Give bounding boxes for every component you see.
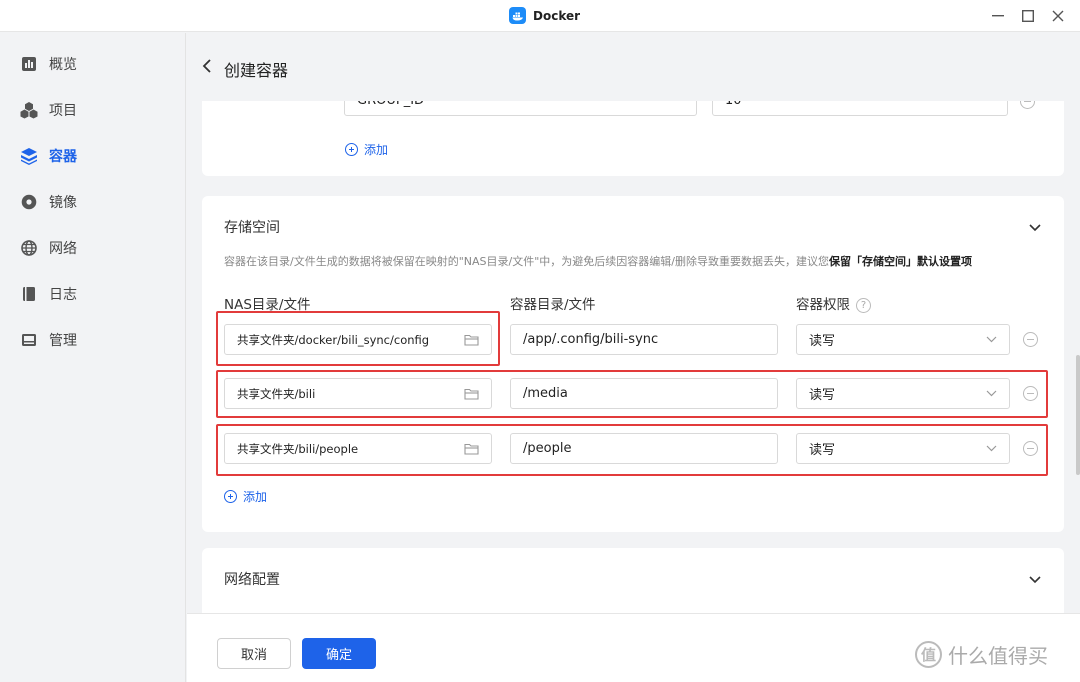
watermark-logo-icon: 值: [915, 641, 942, 668]
folder-icon[interactable]: [464, 443, 479, 455]
permission-select[interactable]: 读写: [796, 433, 1010, 464]
nas-path-value: 共享文件夹/bili/people: [237, 441, 359, 456]
folder-icon[interactable]: [464, 388, 479, 400]
window-title: Docker: [533, 8, 581, 23]
container-path-value: /app/.config/bili-sync: [523, 332, 659, 347]
container-path-input[interactable]: /media: [510, 378, 778, 409]
folder-icon[interactable]: [464, 334, 479, 346]
watermark: 值 什么值得买: [915, 640, 1048, 669]
col-container-label: 容器目录/文件: [510, 297, 596, 313]
container-path-value: /media: [523, 386, 568, 401]
confirm-button[interactable]: 确定: [302, 638, 376, 669]
add-env-label: 添加: [364, 143, 389, 157]
log-icon: [20, 285, 38, 303]
nas-path-value: 共享文件夹/bili: [237, 386, 316, 401]
permission-value: 读写: [809, 443, 836, 458]
chevron-down-icon[interactable]: [1029, 221, 1043, 232]
remove-row-icon[interactable]: [1023, 386, 1038, 401]
help-icon[interactable]: ?: [856, 297, 871, 313]
remove-row-icon[interactable]: [1023, 441, 1038, 456]
maximize-icon[interactable]: [1018, 6, 1038, 26]
app-title: Docker: [509, 7, 580, 24]
close-icon[interactable]: [1048, 6, 1068, 26]
sidebar-item-label: 项目: [49, 103, 77, 119]
minimize-icon[interactable]: [988, 6, 1008, 26]
container-path-input[interactable]: /app/.config/bili-sync: [510, 324, 778, 355]
remove-row-icon[interactable]: [1023, 332, 1038, 347]
hint-bold-text: 保留「存储空间」默认设置项: [828, 255, 972, 268]
sidebar-item-overview[interactable]: 概览: [20, 52, 77, 76]
permission-value: 读写: [809, 334, 836, 349]
network-card: 网络配置: [202, 548, 1064, 618]
cancel-button[interactable]: 取消: [217, 638, 291, 669]
storage-card: 存储空间 容器在该目录/文件生成的数据将被保留在映射的"NAS目录/文件"中，为…: [202, 196, 1064, 532]
image-icon: [20, 193, 38, 211]
sidebar-item-label: 管理: [49, 333, 77, 349]
container-icon: [20, 147, 38, 165]
add-storage-button[interactable]: 添加: [224, 488, 267, 505]
add-icon: [345, 143, 358, 156]
add-env-button[interactable]: 添加: [345, 141, 388, 158]
add-storage-label: 添加: [243, 490, 268, 504]
chevron-down-icon[interactable]: [1029, 573, 1043, 584]
sidebar-item-label: 容器: [49, 149, 77, 165]
chevron-down-icon: [986, 445, 997, 452]
sidebar-item-label: 网络: [49, 241, 77, 257]
storage-title: 存储空间: [224, 220, 280, 236]
network-icon: [20, 239, 38, 257]
chevron-down-icon: [986, 336, 997, 343]
nas-path-input[interactable]: 共享文件夹/docker/bili_sync/config: [224, 324, 492, 355]
sidebar-item-container[interactable]: 容器: [20, 144, 77, 168]
project-icon: [20, 101, 38, 119]
scrollbar[interactable]: [1076, 355, 1080, 475]
col-nas-label: NAS目录/文件: [224, 297, 311, 313]
sidebar-item-project[interactable]: 项目: [20, 98, 77, 122]
permission-select[interactable]: 读写: [796, 378, 1010, 409]
container-path-input[interactable]: /people: [510, 433, 778, 464]
nas-path-input[interactable]: 共享文件夹/bili: [224, 378, 492, 409]
nas-path-value: 共享文件夹/docker/bili_sync/config: [237, 332, 430, 347]
storage-hint: 容器在该目录/文件生成的数据将被保留在映射的"NAS目录/文件"中，为避免后续因…: [224, 253, 972, 269]
sidebar-item-label: 镜像: [49, 195, 77, 211]
sidebar-item-label: 概览: [49, 57, 77, 73]
permission-select[interactable]: 读写: [796, 324, 1010, 355]
sidebar-item-label: 日志: [49, 287, 77, 303]
container-path-value: /people: [523, 441, 572, 456]
page-header: 创建容器: [187, 33, 1080, 101]
permission-value: 读写: [809, 388, 836, 403]
overview-icon: [20, 55, 38, 73]
add-icon: [224, 490, 237, 503]
sidebar-item-image[interactable]: 镜像: [20, 190, 77, 214]
sidebar-item-network[interactable]: 网络: [20, 236, 77, 260]
docker-logo-icon: [509, 7, 526, 24]
page-title: 创建容器: [224, 61, 289, 80]
hint-text: 容器在该目录/文件生成的数据将被保留在映射的"NAS目录/文件"中，为避免后续因…: [224, 255, 829, 268]
col-permission-label: 容器权限?: [796, 293, 871, 313]
watermark-text: 什么值得买: [948, 644, 1048, 668]
back-icon[interactable]: [200, 57, 216, 75]
title-bar: Docker: [0, 0, 1080, 32]
chevron-down-icon: [986, 390, 997, 397]
permission-label-text: 容器权限: [796, 297, 850, 313]
env-card: GROUP_ID 10 添加: [202, 85, 1064, 176]
network-title: 网络配置: [224, 572, 280, 588]
nas-path-input[interactable]: 共享文件夹/bili/people: [224, 433, 492, 464]
manage-icon: [20, 331, 38, 349]
sidebar-item-manage[interactable]: 管理: [20, 328, 77, 352]
sidebar-item-log[interactable]: 日志: [20, 282, 77, 306]
sidebar: 概览 项目 容器 镜像 网络 日志 管理: [0, 33, 186, 682]
